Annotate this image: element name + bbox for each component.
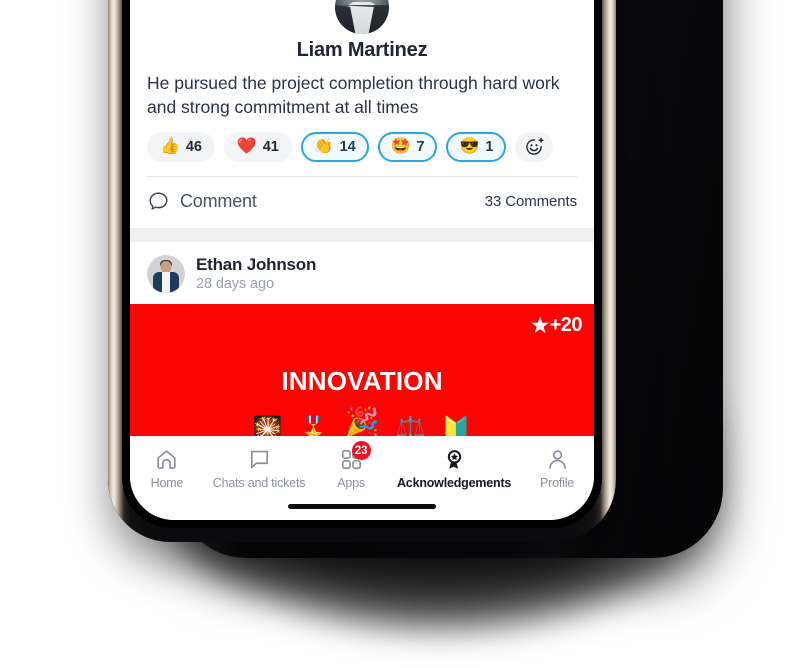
heart-icon: ❤️ — [236, 137, 257, 155]
chat-bubble-icon — [250, 450, 268, 468]
smiley-plus-icon — [526, 137, 544, 155]
avatar[interactable] — [335, 0, 389, 35]
comment-button[interactable]: Comment — [147, 190, 257, 213]
nav-item-profile[interactable]: Profile — [537, 447, 577, 490]
post-author-block: Ethan Johnson 28 days ago — [196, 254, 316, 294]
reaction-count: 7 — [416, 138, 425, 155]
nav-label: Apps — [337, 476, 365, 490]
scene: Liam Martinez He pursued the project com… — [0, 0, 793, 668]
points-badge: ★ +20 — [531, 313, 582, 338]
reaction-count: 46 — [185, 138, 202, 155]
nav-label: Acknowledgements — [396, 476, 512, 490]
thumbs-up-icon: 👍 — [160, 137, 180, 155]
party-popper-icon: 🎉 — [344, 406, 380, 436]
nav-item-acknowledgements[interactable]: Acknowledgements — [397, 447, 511, 490]
post-avatar-wrap — [146, 0, 578, 35]
points-value: +20 — [549, 314, 583, 336]
nav-item-home[interactable]: Home — [147, 447, 187, 490]
home-indicator-area — [130, 494, 594, 520]
post-message: He pursued the project completion throug… — [147, 73, 560, 118]
feed-separator — [130, 227, 594, 242]
comment-label: Comment — [180, 190, 257, 211]
award-banner[interactable]: ★ +20 INNOVATION 🎇 🎖️ 🎉 ⚖️ 🔰 — [130, 304, 594, 436]
award-badge-icon — [447, 449, 461, 469]
post-header: Liam Martinez — [130, 0, 594, 62]
nav-icon-wrap — [442, 447, 467, 471]
star-icon: ★ — [531, 315, 549, 337]
post-author-name: Liam Martinez — [296, 39, 428, 62]
avatar-shirt — [162, 271, 170, 293]
home-icon — [157, 449, 177, 469]
star-struck-icon: 🤩 — [390, 137, 411, 155]
foreground-phone-device: Liam Martinez He pursued the project com… — [108, 0, 616, 542]
reaction-count: 41 — [262, 138, 279, 155]
comment-count[interactable]: 33 Comments — [485, 193, 577, 210]
nav-icon-wrap — [545, 447, 570, 471]
banner-decorations: 🎇 🎖️ 🎉 ⚖️ 🔰 — [130, 406, 594, 437]
post-header: Ethan Johnson 28 days ago — [130, 242, 594, 304]
post-timestamp: 28 days ago — [196, 276, 274, 293]
sunglasses-icon: 😎 — [459, 137, 480, 155]
nav-icon-wrap: 23 — [339, 441, 371, 471]
nav-icon-wrap — [247, 447, 272, 471]
nav-label: Profile — [540, 476, 575, 490]
apps-notification-badge: 23 — [351, 441, 371, 460]
phone-screen: Liam Martinez He pursued the project com… — [130, 0, 594, 520]
comment-bubble-icon — [149, 192, 168, 210]
post-card-ethan-johnson[interactable]: Ethan Johnson 28 days ago ★ +20 INNOVATI… — [130, 241, 594, 436]
medal-icon: 🎖️ — [298, 416, 329, 437]
comment-row: Comment 33 Comments — [130, 177, 594, 228]
fireworks-icon: 🎇 — [252, 416, 283, 437]
reaction-bar: 👍 46 ❤️ 41 👏 14 🤩 7 😎 1 — [130, 120, 594, 176]
add-reaction-button[interactable] — [515, 131, 554, 162]
acknowledgements-feed: Liam Martinez He pursued the project com… — [130, 0, 594, 436]
clap-icon: 👏 — [313, 137, 334, 155]
reaction-pill-heart[interactable]: ❤️ 41 — [223, 131, 292, 162]
nav-label: Chats and tickets — [212, 476, 306, 490]
nav-item-chats-and-tickets[interactable]: Chats and tickets — [213, 447, 305, 490]
reaction-count: 14 — [339, 138, 356, 155]
nav-item-apps[interactable]: 23 Apps — [331, 441, 371, 490]
trident-icon: 🔰 — [441, 416, 472, 437]
scales-icon: ⚖️ — [395, 416, 426, 437]
award-title: INNOVATION — [281, 366, 443, 396]
reaction-pill-sunglasses[interactable]: 😎 1 — [446, 131, 507, 162]
home-indicator[interactable] — [288, 504, 436, 509]
nav-icon-wrap — [154, 447, 179, 471]
avatar[interactable] — [147, 254, 185, 293]
reaction-pill-thumbs-up[interactable]: 👍 46 — [147, 131, 215, 162]
bottom-navigation-bar: Home Chats and tickets 23 Apps Acknowled… — [130, 436, 594, 494]
reaction-count: 1 — [485, 138, 494, 155]
post-author-name: Ethan Johnson — [196, 254, 317, 274]
person-icon — [548, 449, 566, 469]
reaction-pill-star-struck[interactable]: 🤩 7 — [377, 131, 438, 162]
post-card-liam-martinez[interactable]: Liam Martinez He pursued the project com… — [130, 0, 594, 228]
reaction-pill-clap[interactable]: 👏 14 — [300, 131, 369, 162]
nav-label: Home — [150, 476, 184, 490]
